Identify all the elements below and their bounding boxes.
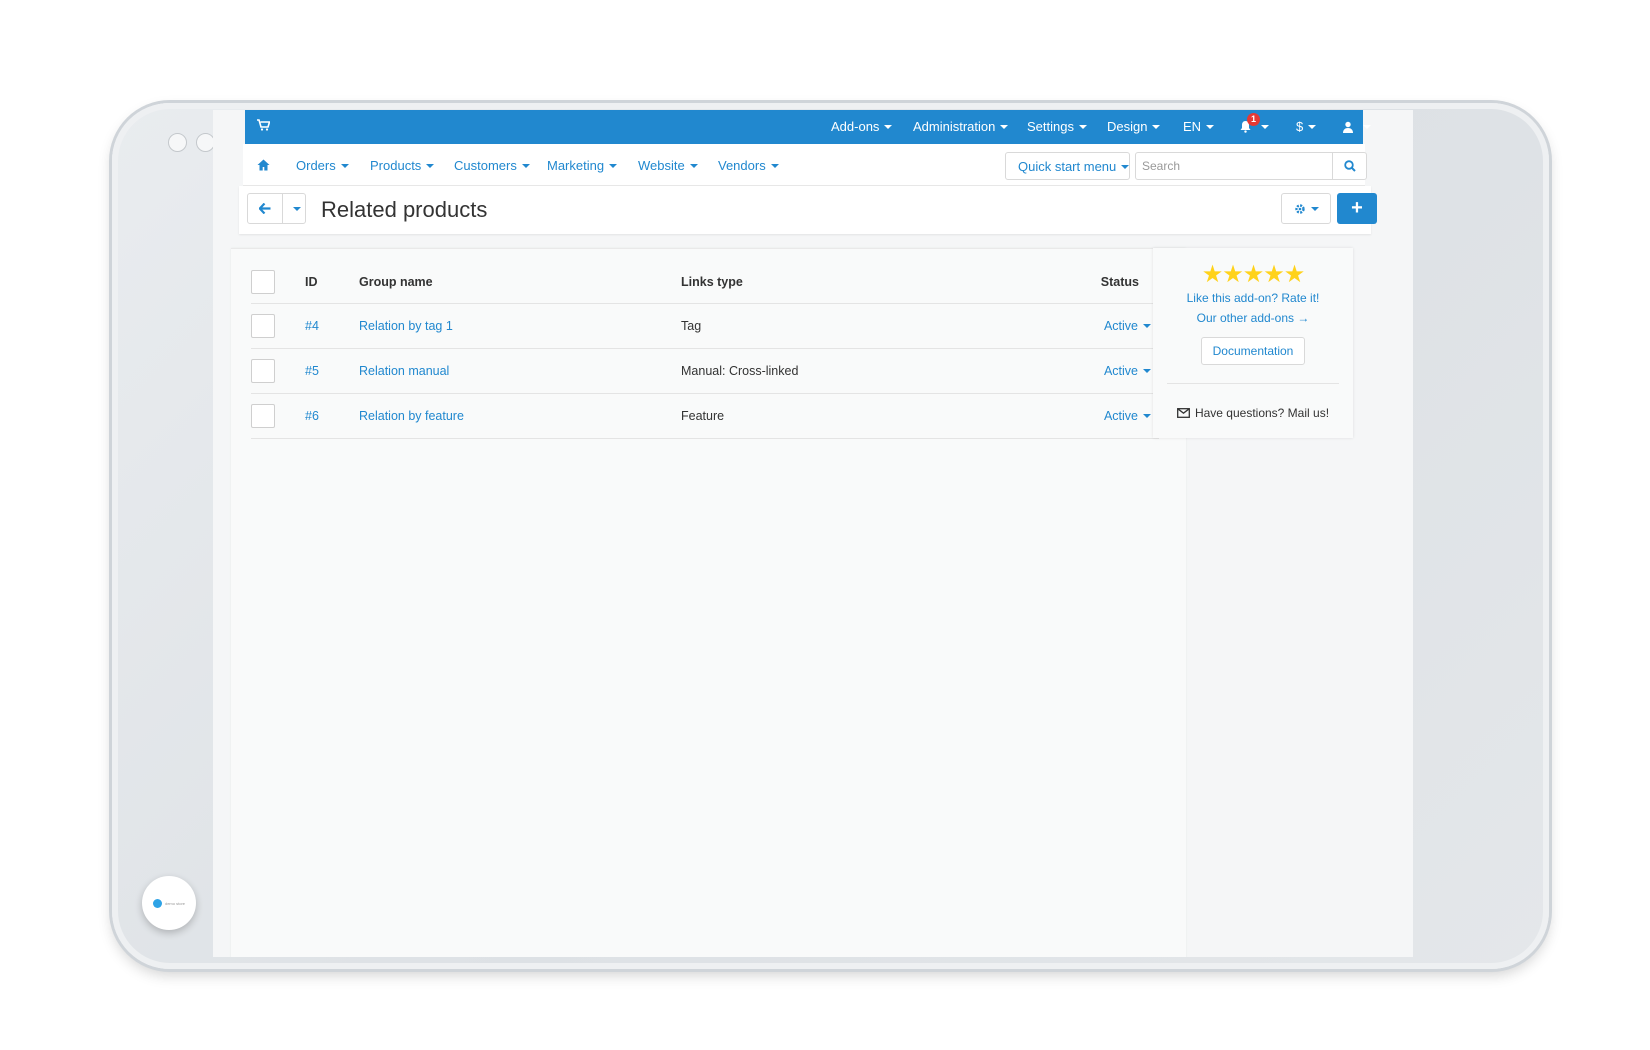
group-name-link[interactable]: Relation by feature (359, 409, 464, 423)
menu-addons[interactable]: Add-ons (831, 119, 892, 134)
store-logo: demo store (142, 876, 196, 930)
row-id-link[interactable]: #4 (305, 319, 319, 333)
home-icon[interactable] (257, 158, 270, 176)
select-all-checkbox[interactable] (251, 269, 275, 294)
arrow-left-icon (259, 203, 271, 214)
search-button[interactable] (1332, 152, 1367, 180)
menu-language[interactable]: EN (1183, 119, 1214, 134)
other-addons-link[interactable]: Our other add-ons → (1153, 311, 1353, 325)
column-header-links-type[interactable]: Links type (681, 261, 1041, 304)
mail-us-link[interactable]: Have questions? Mail us! (1153, 406, 1353, 420)
group-name-link[interactable]: Relation manual (359, 364, 449, 378)
status-dropdown[interactable]: Active (1104, 364, 1151, 378)
group-name-link[interactable]: Relation by tag 1 (359, 319, 453, 333)
cart-icon[interactable] (257, 119, 271, 133)
page-title: Related products (321, 197, 488, 222)
window-dot (168, 133, 187, 152)
table-header-row: ID Group name Links type Status (251, 261, 1159, 304)
envelope-icon (1177, 408, 1190, 418)
status-dropdown[interactable]: Active (1104, 409, 1151, 423)
documentation-button[interactable]: Documentation (1200, 337, 1306, 365)
search-icon (1343, 160, 1356, 172)
menu-settings[interactable]: Settings (1027, 119, 1087, 134)
table-row: #4 Relation by tag 1 Tag Active (251, 303, 1159, 349)
back-dropdown-button[interactable] (282, 193, 306, 224)
nav-vendors[interactable]: Vendors (718, 158, 779, 173)
row-checkbox[interactable] (251, 313, 275, 338)
notification-badge: 1 (1247, 113, 1260, 126)
main-panel: ID Group name Links type Status #4 Relat… (231, 248, 1186, 957)
column-header-status[interactable]: Status (1041, 261, 1159, 304)
row-id-link[interactable]: #5 (305, 364, 319, 378)
settings-dropdown-button[interactable] (1281, 193, 1331, 224)
app-screen: Add-ons Administration Settings Design E… (213, 110, 1413, 957)
row-checkbox[interactable] (251, 358, 275, 383)
row-checkbox[interactable] (251, 403, 275, 428)
menu-administration[interactable]: Administration (913, 119, 1008, 134)
back-button[interactable] (247, 193, 283, 224)
table-row: #6 Relation by feature Feature Active (251, 393, 1159, 439)
column-header-group-name[interactable]: Group name (359, 261, 681, 304)
gear-icon (1294, 203, 1305, 214)
nav-orders[interactable]: Orders (296, 158, 349, 173)
nav-bar: Orders Products Customers Marketing Webs… (243, 144, 1367, 186)
top-bar: Add-ons Administration Settings Design E… (245, 110, 1363, 144)
nav-customers[interactable]: Customers (454, 158, 530, 173)
menu-design[interactable]: Design (1107, 119, 1160, 134)
nav-marketing[interactable]: Marketing (547, 158, 617, 173)
divider (1167, 383, 1339, 384)
nav-website[interactable]: Website (638, 158, 698, 173)
status-dropdown[interactable]: Active (1104, 319, 1151, 333)
links-type-text: Tag (681, 318, 702, 333)
plus-icon: + (1351, 197, 1363, 219)
nav-products[interactable]: Products (370, 158, 434, 173)
quick-start-menu-button[interactable]: Quick start menu (1005, 152, 1130, 180)
search-input[interactable] (1135, 152, 1333, 180)
mail-us-text: Have questions? Mail us! (1194, 406, 1330, 420)
title-bar: Related products + (239, 186, 1377, 234)
user-menu[interactable] (1342, 119, 1371, 134)
add-button[interactable]: + (1337, 193, 1377, 224)
table-row: #5 Relation manual Manual: Cross-linked … (251, 348, 1159, 394)
rate-addon-link[interactable]: Like this add-on? Rate it! (1153, 291, 1353, 305)
user-icon (1343, 121, 1353, 133)
links-type-text: Feature (681, 408, 725, 423)
row-id-link[interactable]: #6 (305, 409, 319, 423)
rating-stars[interactable]: ★★★★★ (1153, 260, 1353, 289)
column-header-id[interactable]: ID (305, 261, 359, 304)
currency-menu[interactable]: $ (1296, 119, 1316, 134)
links-type-text: Manual: Cross-linked (681, 363, 799, 378)
related-products-table: ID Group name Links type Status #4 Relat… (251, 261, 1159, 439)
addon-info-panel: ★★★★★ Like this add-on? Rate it! Our oth… (1153, 248, 1353, 438)
